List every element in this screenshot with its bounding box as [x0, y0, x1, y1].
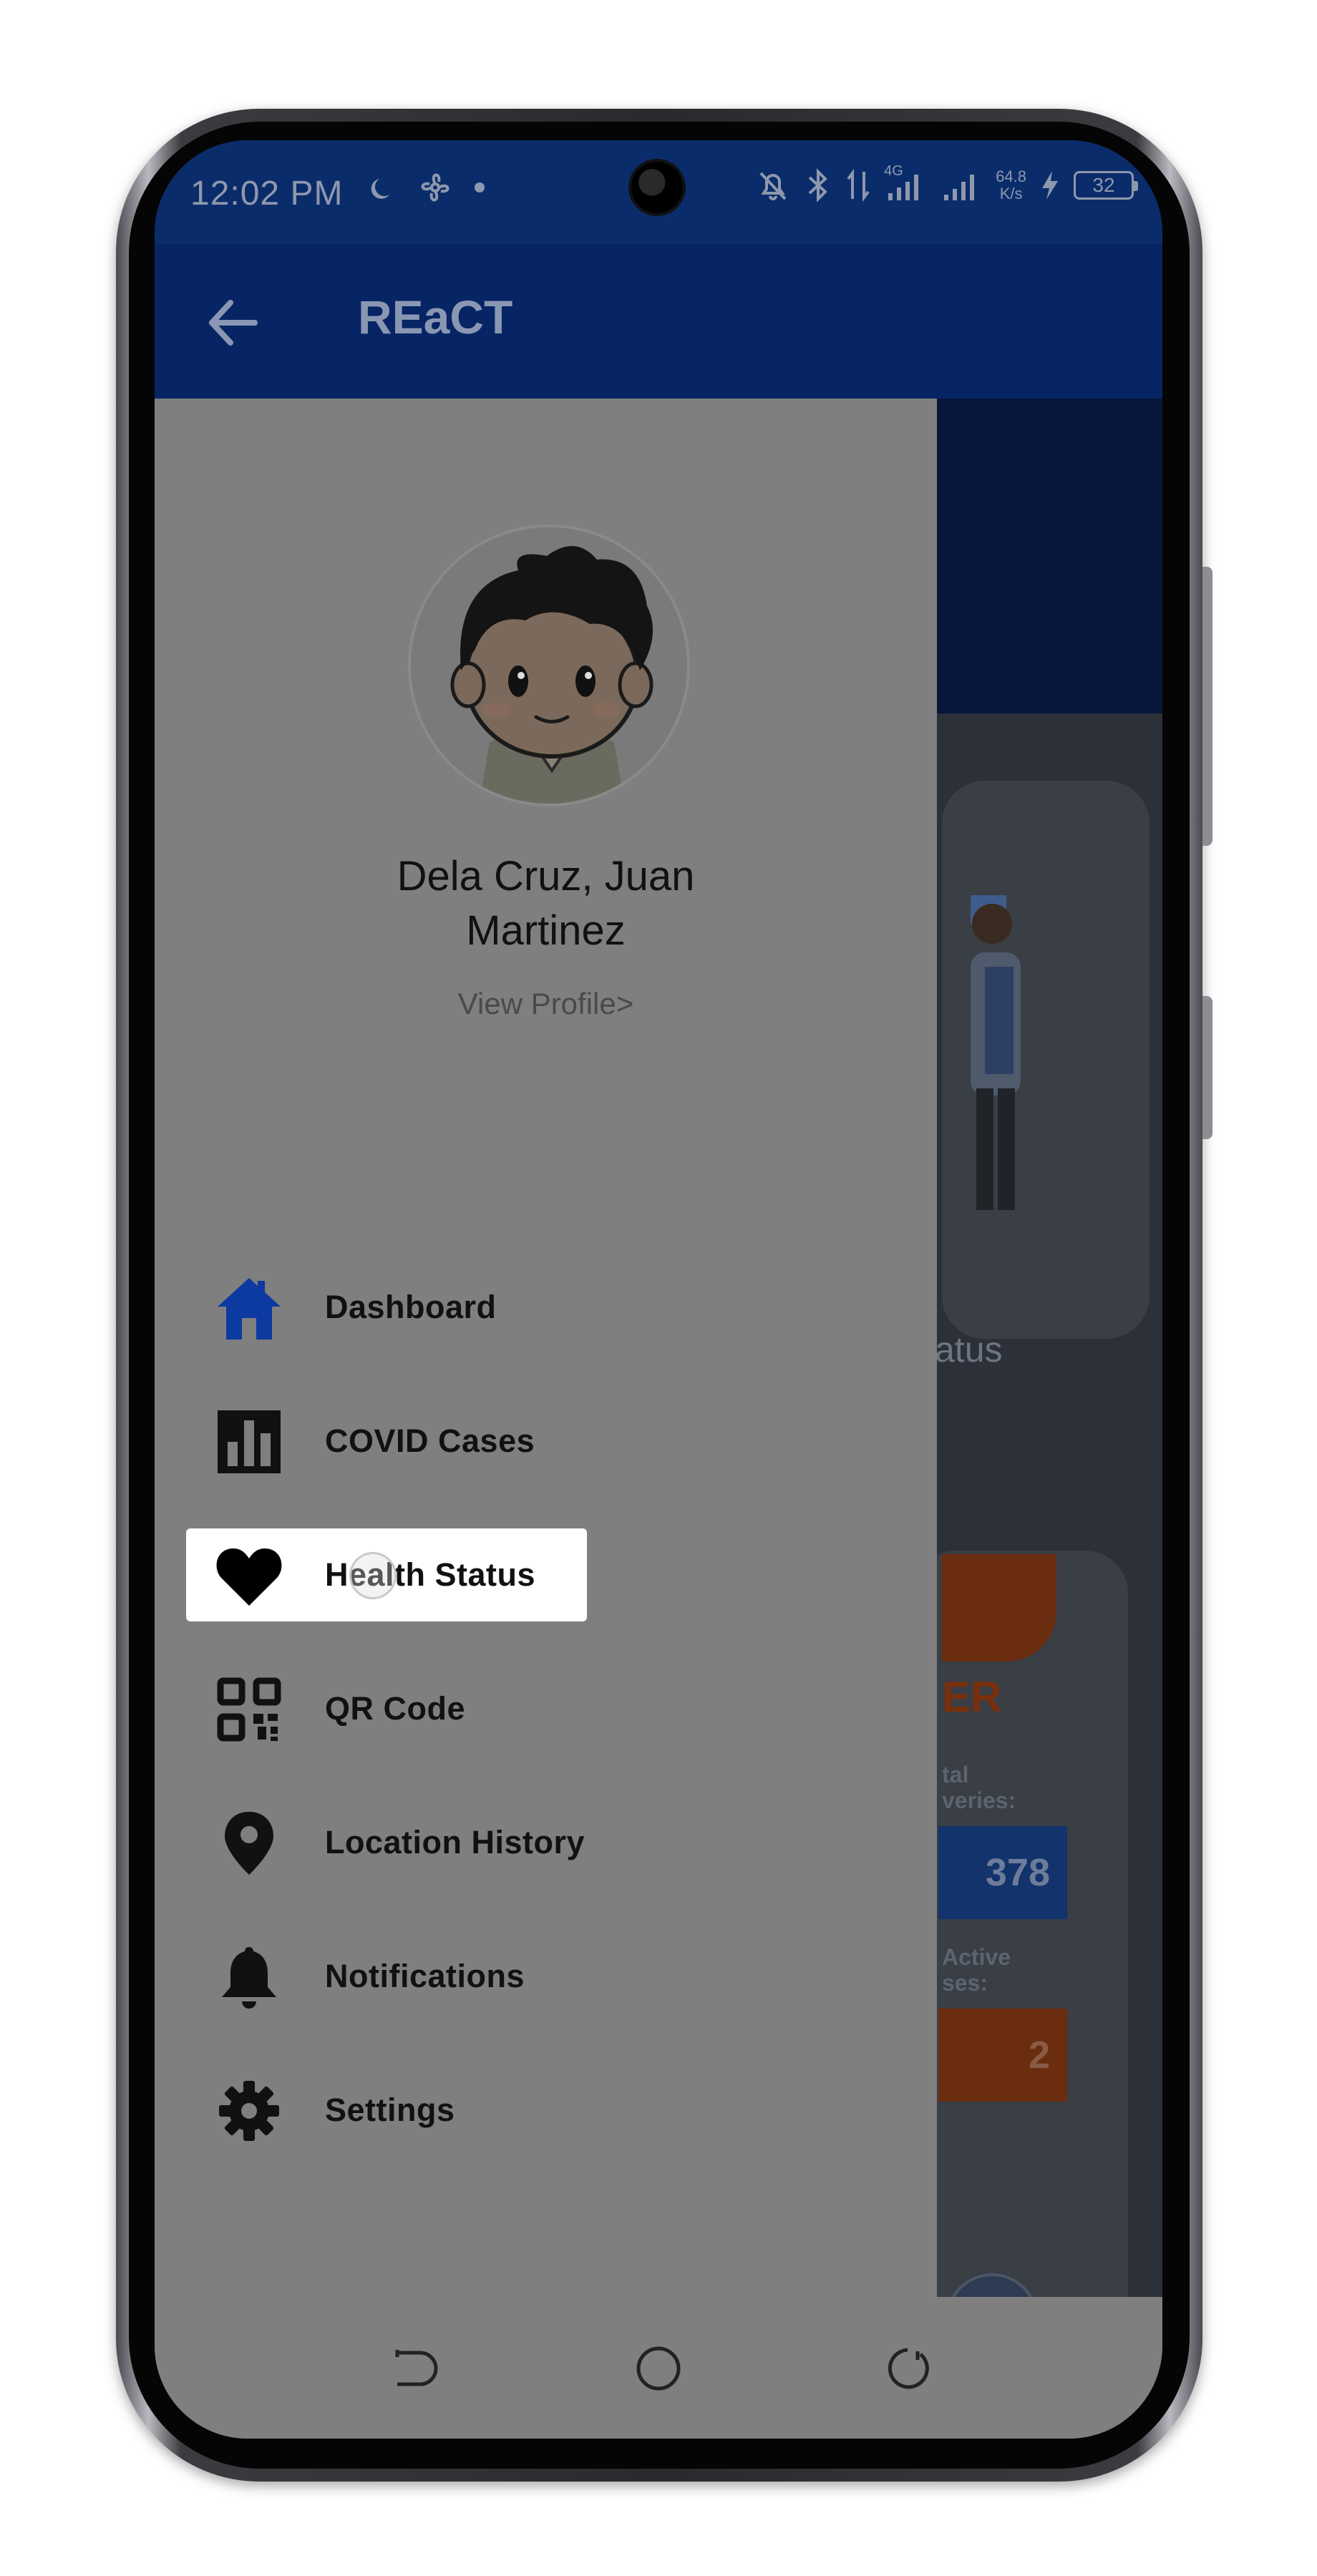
- menu-item-location-history[interactable]: Location History: [186, 1796, 587, 1889]
- status-bar: 12:02 PM 4G 64.8 K/s 32: [155, 140, 1162, 244]
- system-nav-bar: [155, 2297, 1162, 2439]
- phone-screen: atus ER tal veries: 378 Active ses: 2 12…: [155, 140, 1162, 2439]
- fan-icon: [421, 173, 449, 202]
- front-camera: [631, 162, 683, 213]
- active-cases-label: Active ses:: [942, 1944, 1011, 1996]
- recoveries-label: tal veries:: [942, 1762, 1016, 1813]
- recoveries-label-line2: veries:: [942, 1787, 1016, 1813]
- recent-apps-icon[interactable]: [382, 2340, 439, 2397]
- home-button-icon[interactable]: [630, 2340, 687, 2397]
- view-profile-link[interactable]: View Profile>: [155, 987, 937, 1021]
- menu-item-dashboard[interactable]: Dashboard: [186, 1261, 587, 1354]
- menu-item-notifications[interactable]: Notifications: [186, 1930, 587, 2023]
- recoveries-label-line1: tal: [942, 1762, 969, 1787]
- net-speed: 64.8 K/s: [996, 168, 1026, 203]
- net-speed-value: 64.8: [996, 167, 1026, 185]
- qr-code-icon: [217, 1677, 281, 1742]
- gear-icon: [219, 2081, 279, 2141]
- menu-item-label: Notifications: [325, 1958, 525, 1994]
- menu-item-label: COVID Cases: [325, 1423, 535, 1459]
- heart-icon: [216, 1548, 282, 1606]
- power-button: [1202, 996, 1212, 1139]
- doctor-illustration: [971, 895, 1021, 1210]
- active-cases-label-line2: ses:: [942, 1970, 988, 1996]
- menu-item-qr-code[interactable]: QR Code: [186, 1662, 587, 1755]
- bell-icon: [222, 1947, 276, 2009]
- status-notification-icons: [369, 169, 487, 206]
- moon-icon: [371, 179, 389, 199]
- active-cases-value: 2: [938, 2009, 1067, 2102]
- app-bar: REaCT: [155, 244, 1162, 399]
- net-speed-unit: K/s: [999, 185, 1023, 203]
- bell-muted-icon: [759, 172, 787, 200]
- menu-item-settings[interactable]: Settings: [186, 2064, 587, 2157]
- dot-icon: [475, 182, 485, 192]
- volume-button: [1202, 567, 1212, 846]
- avatar-illustration: [450, 546, 653, 804]
- active-cases-label-line1: Active: [942, 1944, 1011, 1970]
- location-pin-icon: [225, 1812, 273, 1875]
- back-arrow-icon[interactable]: [198, 287, 269, 358]
- recoveries-value: 378: [938, 1826, 1067, 1919]
- status-system-icons: 4G 64.8 K/s 32: [755, 163, 1138, 203]
- back-button-icon[interactable]: [879, 2340, 936, 2397]
- signal-icon: [944, 175, 975, 200]
- tracker-header-accent: [942, 1554, 1056, 1662]
- bluetooth-icon: [808, 168, 828, 203]
- touch-indicator: [349, 1552, 397, 1599]
- status-time: 12:02 PM: [190, 175, 344, 213]
- profile-name-line2: Martinez: [466, 907, 626, 954]
- menu-item-covid-cases[interactable]: COVID Cases: [186, 1395, 587, 1488]
- menu-item-label: Location History: [325, 1824, 585, 1860]
- tracker-title: ER: [942, 1673, 1002, 1721]
- profile-name: Dela Cruz, Juan Martinez: [155, 849, 937, 958]
- avatar[interactable]: [408, 525, 690, 806]
- home-icon: [218, 1278, 281, 1340]
- health-status-card[interactable]: [942, 781, 1150, 1339]
- health-status-card-label: atus: [935, 1330, 1003, 1370]
- charging-icon: [1042, 171, 1058, 200]
- menu-item-label: Dashboard: [325, 1289, 497, 1325]
- data-transfer-icon: [847, 169, 870, 202]
- menu-item-label: Settings: [325, 2092, 455, 2128]
- menu-item-health-status[interactable]: Health Status: [186, 1528, 587, 1621]
- battery-indicator: 32: [1074, 171, 1138, 200]
- navigation-drawer: Dela Cruz, Juan Martinez View Profile> D…: [155, 399, 937, 2439]
- menu-item-label: QR Code: [325, 1690, 466, 1727]
- network-type: 4G: [884, 163, 903, 179]
- app-title: REaCT: [358, 291, 513, 343]
- bar-chart-icon: [218, 1410, 281, 1473]
- signal-4g-icon: 4G: [884, 163, 927, 203]
- profile-name-line1: Dela Cruz, Juan: [397, 853, 695, 899]
